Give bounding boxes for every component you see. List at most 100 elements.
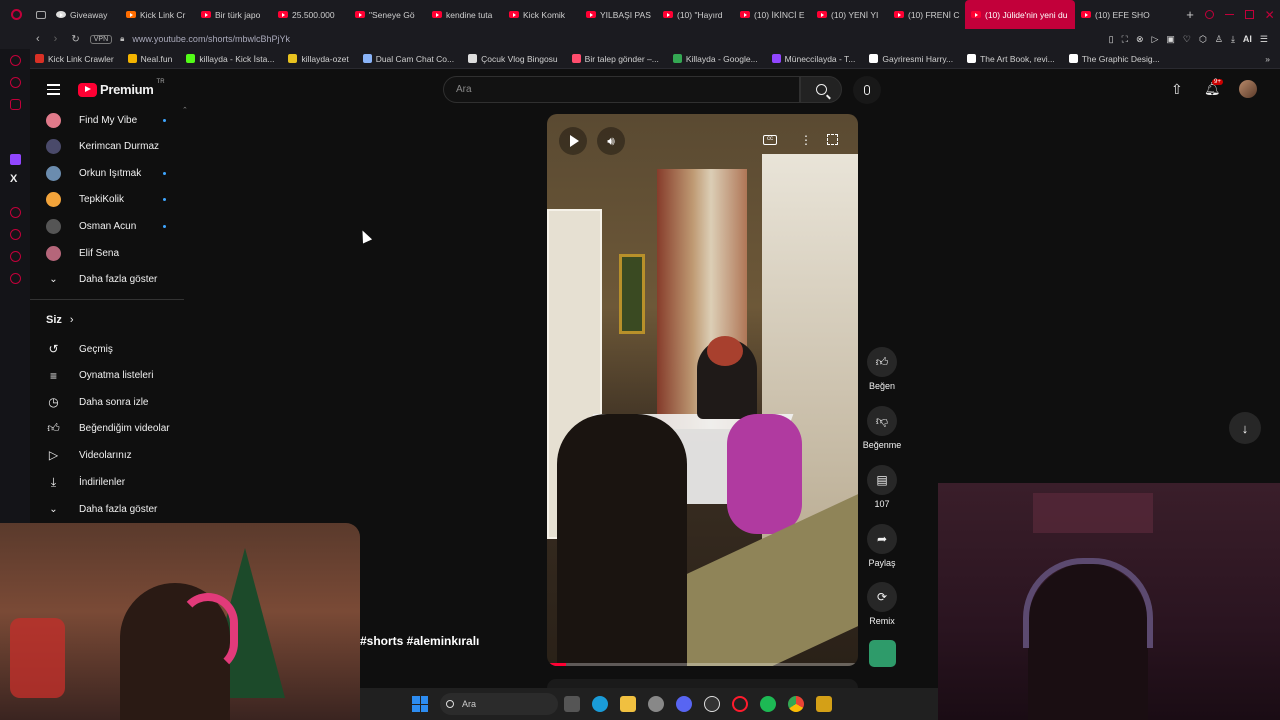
browser-tab[interactable]: (10) İKİNCİ E <box>734 0 811 29</box>
easy-setup-icon[interactable]: ☰ <box>1260 34 1268 45</box>
wallet-icon[interactable]: ▣ <box>1166 34 1175 45</box>
maximize-icon[interactable] <box>1244 10 1254 19</box>
captions-icon[interactable]: cc <box>763 135 777 145</box>
bookmark-item[interactable]: Çocuk Vlog Bingosu <box>461 54 565 64</box>
bookmark-item[interactable]: Neal.fun <box>121 54 180 64</box>
url-field[interactable]: www.youtube.com/shorts/mbwlcBhPjYk <box>132 34 290 44</box>
messenger-icon[interactable] <box>10 77 21 88</box>
speed-dial-icon[interactable] <box>10 55 21 66</box>
search-box[interactable]: Ara <box>443 76 800 103</box>
bookmark-item[interactable]: killayda - Kick İsta... <box>179 54 281 64</box>
sidebar-subscription-item[interactable]: TepkiKolik <box>46 187 186 213</box>
minimize-icon[interactable] <box>1225 13 1235 16</box>
show-more-you[interactable]: ⌄ Daha fazla göster <box>46 496 186 522</box>
browser-tab[interactable]: (10) FRENİ C <box>888 0 965 29</box>
bookmark-item[interactable]: Bir talep gönder –... <box>565 54 666 64</box>
you-section-header[interactable]: Siz › <box>46 314 74 326</box>
sidebar-you-item[interactable]: ▷ Videolarınız <box>46 442 186 468</box>
sidebar-you-item[interactable]: 👍︎ Beğendiğim videolar <box>46 416 186 442</box>
discord-icon[interactable] <box>676 696 692 712</box>
browser-tab[interactable]: (10) EFE SHO <box>1075 0 1152 29</box>
browser-tab[interactable]: YILBAŞI PAS <box>580 0 657 29</box>
sidebar-subscription-item[interactable]: Elif Sena <box>46 240 186 266</box>
whatsapp-icon[interactable] <box>10 99 21 110</box>
twitch-icon[interactable] <box>10 154 21 165</box>
account-avatar[interactable] <box>1239 80 1257 98</box>
history-rail-icon[interactable] <box>10 229 21 240</box>
comments-button[interactable]: ▤ 107 <box>861 465 903 509</box>
heart-icon[interactable]: ♡ <box>1183 34 1191 45</box>
extensions-icon[interactable]: ⬡ <box>1199 34 1207 45</box>
progress-bar[interactable] <box>547 663 858 666</box>
search-tabs-icon[interactable] <box>1205 10 1215 19</box>
bookmark-page-icon[interactable]: ▯ <box>1109 34 1114 45</box>
share-button[interactable]: ➦ Paylaş <box>861 524 903 568</box>
browser-tab[interactable]: Kick Komik <box>503 0 580 29</box>
close-window-icon[interactable]: ✕ <box>1265 8 1275 22</box>
new-tab-button[interactable]: + <box>1180 7 1200 22</box>
show-more-subscriptions[interactable]: ⌄ Daha fazla göster <box>46 266 186 292</box>
browser-tab[interactable]: 25.500.000 <box>272 0 349 29</box>
bookmark-item[interactable]: Killayda - Google... <box>666 54 765 64</box>
bookmark-item[interactable]: killayda-ozet <box>281 54 355 64</box>
more-bookmarks-icon[interactable]: » <box>1265 54 1270 64</box>
browser-tab[interactable]: (10) YENİ YI <box>811 0 888 29</box>
sidebar-you-item[interactable]: ◷ Daha sonra izle <box>46 389 186 415</box>
remix-button[interactable]: ⟳ Remix <box>861 582 903 626</box>
sidebar-you-item[interactable]: ↺ Geçmiş <box>46 336 186 362</box>
bookmark-item[interactable]: Gayriresmi Harry... <box>862 54 960 64</box>
play-pause-button[interactable] <box>559 127 587 155</box>
opera-menu-icon[interactable] <box>0 0 32 29</box>
snapshot-icon[interactable]: ⛶ <box>1122 34 1128 45</box>
fullscreen-icon[interactable] <box>827 134 838 145</box>
player-rail-icon[interactable] <box>10 207 21 218</box>
bookmark-item[interactable]: The Art Book, revi... <box>960 54 1062 64</box>
settings-icon[interactable] <box>648 696 664 712</box>
forward-icon[interactable]: › <box>54 33 58 45</box>
sidebar-subscription-item[interactable]: Osman Acun <box>46 213 186 239</box>
tab-workspaces-icon[interactable] <box>32 10 50 19</box>
shorts-video-player[interactable]: 🔊︎ cc ⋮ <box>547 114 858 666</box>
aria-ai-button[interactable]: AI <box>1243 34 1252 44</box>
next-short-button[interactable]: ↓ <box>1229 412 1261 444</box>
edge-icon[interactable] <box>592 696 608 712</box>
browser-tab[interactable]: Giveaway <box>50 0 120 29</box>
pinboard-icon[interactable] <box>10 251 21 262</box>
back-icon[interactable]: ‹ <box>36 33 40 45</box>
browser-tab[interactable]: (10) "Hayırd <box>657 0 734 29</box>
file-explorer-icon[interactable] <box>620 696 636 712</box>
profile-icon[interactable]: ♙ <box>1215 34 1223 45</box>
adblock-icon[interactable]: ⊗ <box>1136 34 1144 45</box>
bookmark-item[interactable]: Kick Link Crawler <box>28 54 121 64</box>
like-button[interactable]: 👍︎ Beğen <box>861 347 903 391</box>
bookmark-item[interactable]: Müneccilayda - T... <box>765 54 863 64</box>
browser-tab[interactable]: (10) Jülide'nin yeni du <box>965 0 1075 29</box>
browser-tab[interactable]: kendine tuta <box>426 0 503 29</box>
bookmark-item[interactable]: The Graphic Desig... <box>1062 54 1167 64</box>
app-icon[interactable] <box>816 696 832 712</box>
downloads-icon[interactable]: ⤓ <box>1231 34 1235 45</box>
next-video-preview[interactable] <box>547 679 858 688</box>
player-icon[interactable]: ▷ <box>1151 34 1158 45</box>
sidebar-subscription-item[interactable]: Orkun Işıtmak <box>46 160 186 186</box>
voice-search-button[interactable] <box>853 76 881 104</box>
vpn-badge[interactable]: VPN <box>89 34 113 44</box>
search-button[interactable] <box>800 76 842 103</box>
dislike-button[interactable]: 👎︎ Beğenme <box>861 406 903 450</box>
sidebar-you-item[interactable]: ≡ Oynatma listeleri <box>46 363 186 389</box>
opera-icon[interactable] <box>732 696 748 712</box>
reload-icon[interactable]: ↻ <box>71 34 79 45</box>
spotify-icon[interactable] <box>760 696 776 712</box>
x-icon[interactable]: X <box>10 173 17 185</box>
youtube-logo[interactable]: Premium TR <box>78 79 165 97</box>
hamburger-menu-icon[interactable] <box>47 84 60 95</box>
task-view-icon[interactable] <box>564 696 580 712</box>
browser-tab[interactable]: Kick Link Cr <box>120 0 195 29</box>
sidebar-you-item[interactable]: ⤓ İndirilenler <box>46 469 186 495</box>
sidebar-subscription-item[interactable]: Find My Vibe <box>46 107 186 133</box>
obs-icon[interactable] <box>704 696 720 712</box>
more-options-icon[interactable]: ⋮ <box>800 133 812 147</box>
video-hashtags[interactable]: #shorts #aleminkıralı <box>360 634 479 648</box>
settings-rail-icon[interactable] <box>10 273 21 284</box>
chrome-icon[interactable] <box>788 696 804 712</box>
